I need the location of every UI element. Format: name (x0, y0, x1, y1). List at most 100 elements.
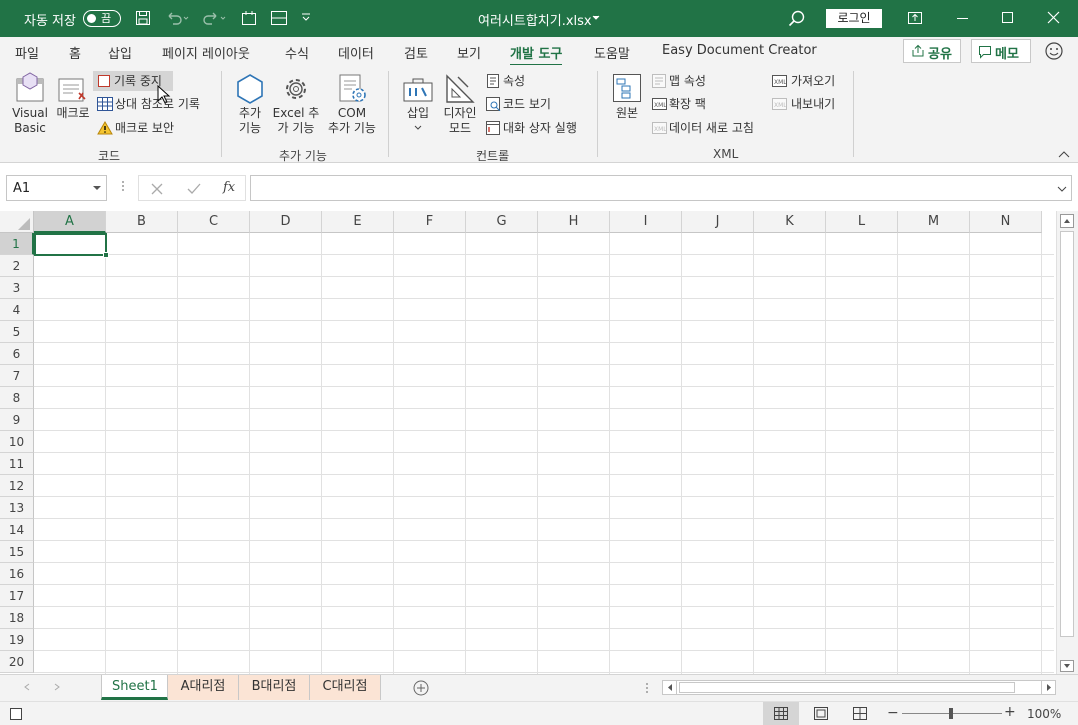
redo-icon[interactable] (202, 10, 226, 26)
row-header[interactable]: 20 (0, 651, 34, 673)
row-header[interactable]: 6 (0, 343, 34, 365)
tab-developer[interactable]: 개발 도구 (510, 43, 563, 67)
run-dialog-button[interactable]: 대화 상자 실행 (484, 118, 589, 138)
macro-button[interactable]: 매크로 (53, 69, 93, 137)
tab-insert[interactable]: 삽입 (108, 43, 132, 62)
column-header[interactable]: M (898, 211, 970, 233)
row-header[interactable]: 16 (0, 563, 34, 585)
column-header[interactable]: N (970, 211, 1042, 233)
sheet-tab-c-branch[interactable]: C대리점 (310, 675, 381, 700)
column-header[interactable]: E (322, 211, 394, 233)
login-button[interactable]: 로그인 (826, 9, 882, 28)
column-header[interactable]: A (34, 211, 106, 233)
addin-button[interactable]: 추가 기능 (232, 69, 268, 139)
expand-formula-bar-icon[interactable] (1057, 186, 1067, 192)
ribbon-display-icon[interactable] (906, 10, 924, 26)
refresh-data-button[interactable]: XML 데이터 새로 고침 (650, 118, 770, 138)
map-properties-button[interactable]: 맵 속성 (650, 71, 740, 91)
row-header[interactable]: 14 (0, 519, 34, 541)
column-header[interactable]: J (682, 211, 754, 233)
tab-home[interactable]: 홈 (69, 43, 81, 62)
normal-view-button[interactable] (763, 702, 799, 725)
autosave-toggle[interactable]: 끔 (83, 10, 121, 27)
tab-view[interactable]: 보기 (457, 43, 481, 62)
enter-check-icon[interactable] (187, 183, 201, 195)
page-layout-view-icon[interactable] (814, 707, 828, 720)
macro-recording-icon[interactable] (10, 708, 22, 720)
add-sheet-icon[interactable] (413, 680, 429, 696)
row-header[interactable]: 8 (0, 387, 34, 409)
column-header[interactable]: L (826, 211, 898, 233)
row-header[interactable]: 4 (0, 299, 34, 321)
sheet-tab-a-branch[interactable]: A대리점 (168, 675, 239, 700)
row-header[interactable]: 18 (0, 607, 34, 629)
column-header[interactable]: I (610, 211, 682, 233)
row-header[interactable]: 17 (0, 585, 34, 607)
sheet-scroll-left-icon[interactable] (22, 682, 32, 692)
tab-review[interactable]: 검토 (404, 43, 428, 62)
export-button[interactable]: XML 내보내기 (772, 94, 852, 114)
tab-data[interactable]: 데이터 (338, 43, 374, 62)
row-header[interactable]: 15 (0, 541, 34, 563)
form-icon[interactable] (270, 10, 288, 26)
select-all-corner[interactable] (0, 211, 34, 233)
properties-button[interactable]: 속성 (484, 71, 564, 91)
tab-easy-document-creator[interactable]: Easy Document Creator (662, 43, 817, 58)
zoom-slider-thumb[interactable] (949, 708, 953, 719)
tab-file[interactable]: 파일 (15, 43, 39, 62)
sheet-tab-sheet1[interactable]: Sheet1 (101, 675, 168, 700)
fill-handle[interactable] (103, 252, 109, 258)
row-header[interactable]: 9 (0, 409, 34, 431)
collapse-ribbon-icon[interactable] (1058, 151, 1070, 159)
scroll-up-button[interactable] (1060, 214, 1074, 228)
insert-control-button[interactable]: 삽입 (400, 69, 436, 139)
column-header[interactable]: G (466, 211, 538, 233)
maximize-icon[interactable] (1000, 10, 1016, 26)
row-header[interactable]: 2 (0, 255, 34, 277)
cell-area[interactable] (34, 233, 1054, 674)
close-icon[interactable] (1046, 10, 1062, 26)
sheet-tab-b-branch[interactable]: B대리점 (239, 675, 310, 700)
new-sheet-icon[interactable] (240, 10, 258, 26)
design-mode-button[interactable]: 디자인 모드 (440, 69, 480, 139)
page-break-view-icon[interactable] (853, 707, 867, 720)
macro-security-button[interactable]: 매크로 보안 (95, 118, 195, 138)
zoom-in-button[interactable]: + (1004, 705, 1016, 719)
column-header[interactable]: B (106, 211, 178, 233)
cancel-icon[interactable] (151, 183, 163, 195)
minimize-icon[interactable] (955, 10, 971, 26)
tab-splitter-grip-icon[interactable] (645, 682, 649, 694)
name-box[interactable]: A1 (6, 175, 107, 201)
filename-dropdown-icon[interactable] (592, 15, 600, 21)
zoom-slider[interactable] (902, 708, 1002, 719)
column-header[interactable]: D (250, 211, 322, 233)
excel-addin-button[interactable]: Excel 추 가 기능 (272, 69, 320, 139)
horizontal-scrollbar[interactable] (662, 680, 1056, 695)
relative-reference-button[interactable]: 상대 참조로 기록 (95, 94, 215, 114)
row-header[interactable]: 5 (0, 321, 34, 343)
scroll-down-button[interactable] (1060, 660, 1074, 672)
row-header[interactable]: 19 (0, 629, 34, 651)
com-addin-button[interactable]: COM 추가 기능 (325, 69, 379, 139)
tab-help[interactable]: 도움말 (594, 43, 630, 62)
zoom-level[interactable]: 100% (1027, 707, 1061, 721)
scroll-left-button[interactable] (663, 681, 677, 694)
search-icon[interactable] (788, 10, 806, 28)
smiley-feedback-icon[interactable] (1044, 41, 1064, 61)
horizontal-scroll-thumb[interactable] (679, 682, 1015, 693)
xml-source-button[interactable]: 원본 (608, 69, 646, 129)
row-header[interactable]: 11 (0, 453, 34, 475)
import-button[interactable]: XML 가져오기 (772, 71, 852, 91)
row-header[interactable]: 3 (0, 277, 34, 299)
row-header[interactable]: 13 (0, 497, 34, 519)
customize-qat-icon[interactable] (300, 12, 312, 24)
zoom-out-button[interactable]: − (887, 706, 899, 720)
row-header[interactable]: 10 (0, 431, 34, 453)
view-code-button[interactable]: 코드 보기 (484, 94, 574, 114)
formula-bar-grip-icon[interactable] (121, 179, 125, 193)
tab-page-layout[interactable]: 페이지 레이아웃 (162, 43, 250, 62)
active-cell-a1[interactable] (34, 233, 109, 258)
formula-input[interactable] (250, 175, 1072, 201)
row-header[interactable]: 7 (0, 365, 34, 387)
column-header[interactable]: K (754, 211, 826, 233)
